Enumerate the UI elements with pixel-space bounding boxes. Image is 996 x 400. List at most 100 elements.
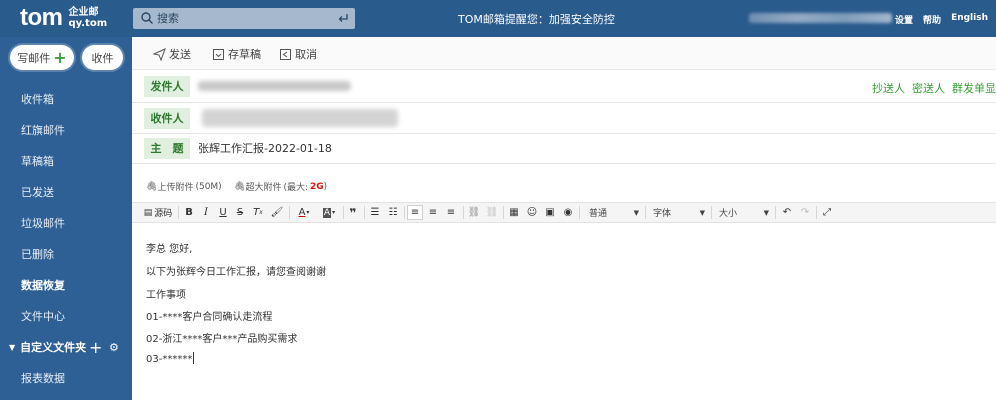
sidebar-item-drafts[interactable]: 草稿箱 [0,146,132,177]
bcc-link[interactable]: 密送人 [912,80,945,96]
to-label: 收件人 [144,108,190,129]
bulleted-list-icon[interactable]: ☰ [368,205,382,220]
sidebar-nav: 收件箱 红旗邮件 草稿箱 已发送 垃圾邮件 已删除 数据恢复 文件中心 ▼ 自定… [0,84,132,394]
link-icon[interactable]: ⛓ [467,205,481,220]
chevron-down-icon: ▼ [633,208,639,217]
logo-sub-line2: qy.tom [68,18,108,29]
search-icon[interactable] [140,11,154,25]
sidebar-item-sent[interactable]: 已发送 [0,177,132,208]
sidebar-item-inbox[interactable]: 收件箱 [0,84,132,115]
font-select-value: 字体 [653,209,672,219]
compass-icon[interactable]: ◉ [561,205,575,220]
large-limit-prefix: (最大: [283,183,308,193]
toolbar-divider [503,206,504,219]
image-icon[interactable]: ▣ [543,205,557,220]
receive-button[interactable]: 收件 [82,45,123,70]
paint-format-icon[interactable]: 🖌 [270,205,284,220]
subject-input[interactable]: 张辉工作汇报-2022-01-18 [198,140,332,156]
body-line: 03-****** [146,354,193,365]
paragraph-select[interactable]: 普通 ▼ [585,205,643,220]
english-link[interactable]: English [951,13,988,26]
cancel-button[interactable]: 取消 [279,46,317,62]
search-input[interactable] [157,8,327,29]
upload-attachment-button[interactable]: 🖇 上传附件 (50M) [146,180,222,194]
undo-icon[interactable]: ↶ [780,205,794,220]
sidebar-item-spam[interactable]: 垃圾邮件 [0,208,132,239]
source-icon: ▤ [143,207,153,218]
sidebar-item-flagged[interactable]: 红旗邮件 [0,115,132,146]
align-left-icon[interactable]: ≡ [407,205,423,220]
toolbar-divider [364,206,365,219]
fullscreen-icon[interactable]: ⤢ [820,205,834,220]
enter-icon[interactable] [336,11,350,25]
large-limit-value: 2G [310,181,324,192]
upload-label: 上传附件 [157,183,194,193]
body-line-last: 03-****** [146,352,195,365]
size-select[interactable]: 大小 ▼ [715,205,773,220]
custom-folders-header[interactable]: ▼ 自定义文件夹 + ⚙ [0,332,132,363]
send-icon [153,47,166,61]
save-draft-label: 存草稿 [228,48,261,61]
settings-link[interactable]: 设置 [895,13,913,26]
bold-button[interactable]: B [182,205,196,220]
font-select[interactable]: 字体 ▼ [649,205,709,220]
table-icon[interactable]: ▦ [507,205,521,220]
chevron-down-icon: ▼ [699,208,705,217]
strikethrough-button[interactable]: S [233,205,247,220]
cc-link[interactable]: 抄送人 [872,80,905,96]
background-color-button[interactable]: A ▾ [318,205,340,220]
text-cursor [193,352,195,364]
toolbar-divider [289,206,290,219]
sidebar-item-deleted[interactable]: 已删除 [0,239,132,270]
align-right-icon[interactable]: ≡ [444,205,458,220]
source-button[interactable]: ▤ 源码 [142,205,174,220]
compose-button[interactable]: 写邮件 + [10,45,74,70]
sidebar: 写邮件 + 收件 收件箱 红旗邮件 草稿箱 已发送 垃圾邮件 已删除 数据恢复 … [0,37,132,400]
body-line: 以下为张辉今日工作汇报，请您查阅谢谢 [146,267,326,278]
action-bar: 发送 存草稿 取消 [132,37,996,70]
font-color-button[interactable]: A ▾ [293,205,315,220]
sidebar-item-data-recovery[interactable]: 数据恢复 [0,270,132,301]
attachment-row: 🖇 上传附件 (50M) 🖇 超大附件 (最大: 2G ) [132,171,996,203]
save-draft-button[interactable]: 存草稿 [212,46,261,62]
gear-icon[interactable]: ⚙ [109,332,119,363]
from-value-redacted[interactable] [198,81,351,91]
large-attachment-button[interactable]: 🖇 超大附件 (最大: 2G ) [234,180,327,194]
from-label: 发件人 [144,76,190,97]
to-row: 收件人 [132,103,996,134]
body-line: 02-浙江****客户***产品购买需求 [146,334,298,345]
numbered-list-icon[interactable]: ☷ [386,205,400,220]
toolbar-divider [645,206,646,219]
user-account-redacted [749,13,892,23]
toolbar-divider [711,206,712,219]
sidebar-item-file-center[interactable]: 文件中心 [0,301,132,332]
toolbar-divider [463,206,464,219]
receive-label: 收件 [91,51,114,65]
quote-icon[interactable]: ❞ [346,205,360,220]
tom-logo[interactable]: tom 企业邮 qy.tom [20,5,107,31]
cancel-label: 取消 [295,48,317,61]
emoji-icon[interactable]: ☺ [525,205,539,220]
align-center-icon[interactable]: ≡ [426,205,440,220]
add-folder-icon[interactable]: + [89,332,102,363]
help-link[interactable]: 帮助 [923,13,941,26]
toolbar-divider [816,206,817,219]
toolbar-divider [178,206,179,219]
triangle-down-icon[interactable]: ▼ [9,332,15,363]
toolbar-divider [579,206,580,219]
redo-icon[interactable]: ↷ [798,205,812,220]
italic-button[interactable]: I [199,205,213,220]
send-button[interactable]: 发送 [153,46,191,62]
draft-icon [213,48,224,60]
unlink-icon[interactable]: ⛓ [485,205,499,220]
underline-button[interactable]: U [216,205,230,220]
message-body-editor[interactable]: 李总 您好, 以下为张辉今日工作汇报，请您查阅谢谢 工作事项 01-****客户… [132,224,996,400]
sidebar-item-report-data[interactable]: 报表数据 [0,363,132,394]
clear-format-button[interactable]: Tx [250,205,266,220]
size-select-value: 大小 [719,209,738,219]
mass-send-link[interactable]: 群发单显 [952,80,996,96]
paragraph-select-value: 普通 [589,209,608,219]
cancel-icon [280,48,291,60]
large-label: 超大附件 [245,183,282,193]
to-value-redacted[interactable] [202,109,398,127]
